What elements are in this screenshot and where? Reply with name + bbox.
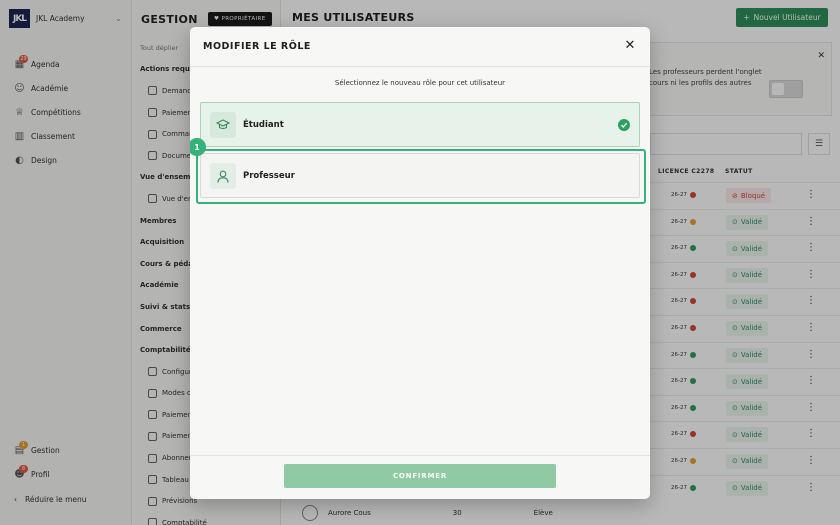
close-icon[interactable]: ✕	[622, 38, 638, 54]
role-option-label: Étudiant	[243, 120, 284, 130]
target-highlight	[196, 149, 646, 204]
check-icon	[618, 119, 630, 131]
confirm-button[interactable]: CONFIRMER	[284, 464, 556, 488]
graduation-cap-icon	[210, 112, 236, 138]
modal-header: MODIFIER LE RÔLE ✕	[190, 27, 650, 67]
role-option-etudiant[interactable]: Étudiant	[200, 102, 640, 147]
modal-subtitle: Sélectionnez le nouveau rôle pour cet ut…	[334, 79, 506, 87]
modal-footer: CONFIRMER	[190, 455, 650, 499]
modal-title: MODIFIER LE RÔLE	[203, 41, 311, 52]
edit-role-modal: MODIFIER LE RÔLE ✕ Sélectionnez le nouve…	[190, 27, 650, 499]
